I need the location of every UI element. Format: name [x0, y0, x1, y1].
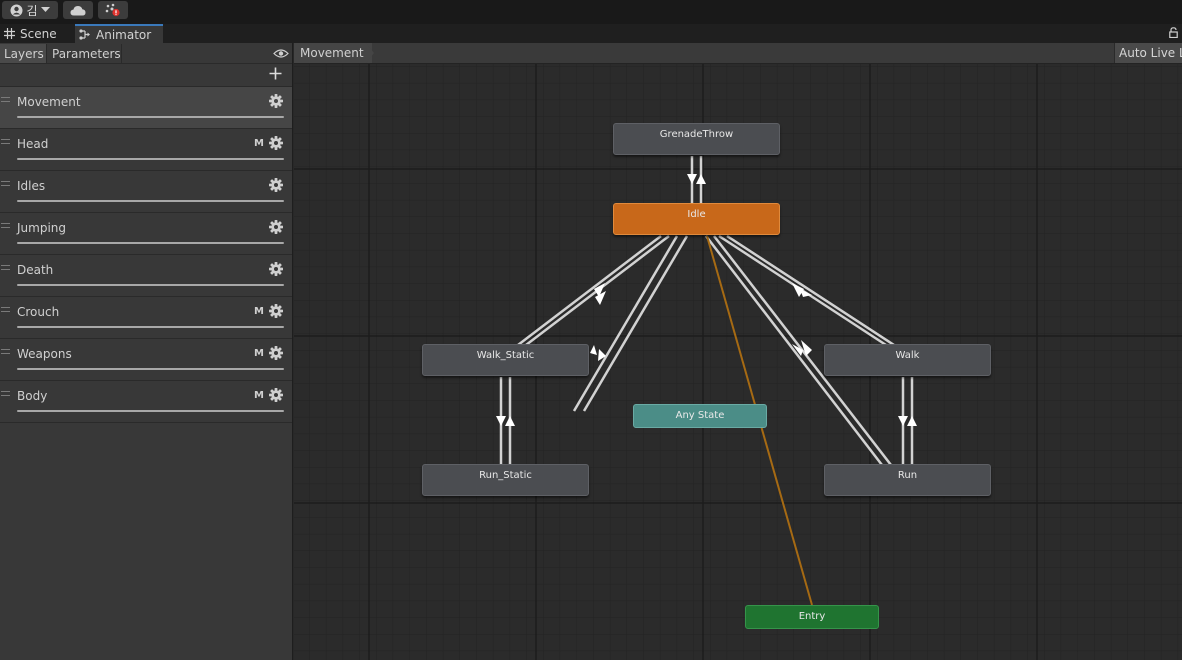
tab-animator[interactable]: Animator	[75, 24, 163, 43]
layer-name: Death	[17, 263, 54, 277]
layer-mask-badge: M	[254, 390, 264, 401]
gear-icon[interactable]	[268, 219, 284, 235]
tab-layers-label: Layers	[4, 46, 44, 61]
state-grenadethrow[interactable]: GrenadeThrow	[613, 123, 780, 155]
cloud-button[interactable]	[63, 1, 93, 19]
layer-name: Jumping	[17, 221, 67, 235]
state-run-static[interactable]: Run_Static	[422, 464, 589, 496]
state-label: Walk	[895, 350, 920, 361]
layer-weight-slider[interactable]	[17, 410, 284, 412]
layer-name: Crouch	[17, 305, 60, 319]
layer-weight-slider[interactable]	[17, 368, 284, 370]
account-icon	[10, 4, 23, 16]
drag-handle-icon[interactable]	[1, 223, 10, 228]
state-label: Any State	[675, 410, 725, 421]
layer-weight-slider[interactable]	[17, 200, 284, 202]
tab-parameters-label: Parameters	[52, 46, 121, 61]
gear-icon[interactable]	[268, 387, 284, 403]
graph-breadcrumb-bar: Movement Auto Live L	[294, 43, 1182, 64]
cloud-icon	[70, 5, 86, 15]
gear-icon[interactable]	[268, 135, 284, 151]
auto-live-link-button[interactable]: Auto Live L	[1114, 43, 1182, 63]
layer-name: Head	[17, 137, 49, 151]
layer-row-jumping[interactable]: Jumping	[0, 213, 292, 255]
drag-handle-icon[interactable]	[1, 265, 10, 270]
lock-icon[interactable]	[1169, 27, 1178, 38]
gear-icon[interactable]	[268, 177, 284, 193]
top-toolbar: 김	[0, 0, 1182, 24]
tab-scene-label: Scene	[20, 26, 57, 41]
drag-handle-icon[interactable]	[1, 307, 10, 312]
layer-weight-slider[interactable]	[17, 326, 284, 328]
layer-weight-slider[interactable]	[17, 242, 284, 244]
layer-mask-badge: M	[254, 306, 264, 317]
layer-weight-slider[interactable]	[17, 284, 284, 286]
state-label: GrenadeThrow	[659, 129, 734, 140]
layer-mask-badge: M	[254, 348, 264, 359]
layer-row-movement[interactable]: Movement	[0, 87, 292, 129]
panel-divider	[0, 63, 292, 64]
account-button[interactable]: 김	[2, 1, 58, 19]
layer-row-head[interactable]: Head M	[0, 129, 292, 171]
drag-handle-icon[interactable]	[1, 139, 10, 144]
layers-panel: Layers Parameters Movement Head M Idles …	[0, 43, 293, 660]
breadcrumb-movement[interactable]: Movement	[294, 43, 372, 63]
drag-handle-icon[interactable]	[1, 349, 10, 354]
state-idle[interactable]: Idle	[613, 203, 780, 235]
add-layer-plus-icon[interactable]	[269, 67, 282, 80]
dropdown-arrow-icon	[40, 7, 50, 12]
account-label: 김	[26, 3, 38, 18]
gear-icon[interactable]	[268, 261, 284, 277]
gear-icon[interactable]	[268, 345, 284, 361]
layer-name: Weapons	[17, 347, 72, 361]
animator-icon	[79, 29, 90, 40]
state-entry[interactable]: Entry	[745, 605, 879, 629]
layer-row-body[interactable]: Body M	[0, 381, 292, 423]
state-label: Run_Static	[479, 470, 532, 481]
state-label: Walk_Static	[476, 350, 535, 361]
layer-name: Body	[17, 389, 48, 403]
drag-handle-icon[interactable]	[1, 181, 10, 186]
tab-bar: Scene Animator	[0, 24, 1182, 43]
breadcrumb-arrow	[366, 43, 374, 63]
tab-parameters[interactable]: Parameters	[48, 44, 122, 63]
drag-handle-icon[interactable]	[1, 391, 10, 396]
layer-mask-badge: M	[254, 138, 264, 149]
tab-animator-label: Animator	[96, 27, 152, 42]
gear-icon[interactable]	[268, 303, 284, 319]
auto-live-link-label: Auto Live L	[1119, 46, 1182, 60]
tab-layers[interactable]: Layers	[0, 44, 47, 63]
layer-row-idles[interactable]: Idles	[0, 171, 292, 213]
drag-handle-icon[interactable]	[1, 97, 10, 102]
layer-weight-slider[interactable]	[17, 116, 284, 118]
layer-name: Idles	[17, 179, 46, 193]
state-label: Idle	[687, 209, 706, 220]
state-any-state[interactable]: Any State	[633, 404, 767, 428]
grid-icon	[4, 28, 15, 39]
layer-row-death[interactable]: Death	[0, 255, 292, 297]
layer-row-weapons[interactable]: Weapons M	[0, 339, 292, 381]
tab-scene[interactable]: Scene	[0, 24, 72, 43]
gear-icon[interactable]	[268, 93, 284, 109]
layer-weight-slider[interactable]	[17, 158, 284, 160]
collab-icon	[105, 3, 120, 17]
state-label: Run	[897, 470, 918, 481]
collab-button[interactable]	[98, 1, 128, 19]
state-walk[interactable]: Walk	[824, 344, 991, 376]
animator-graph-canvas[interactable]: GrenadeThrow Idle Walk_Static Walk Any S…	[294, 43, 1182, 660]
state-run[interactable]: Run	[824, 464, 991, 496]
layer-row-crouch[interactable]: Crouch M	[0, 297, 292, 339]
state-walk-static[interactable]: Walk_Static	[422, 344, 589, 376]
state-label: Entry	[798, 611, 826, 622]
eye-icon[interactable]	[273, 48, 289, 59]
breadcrumb-label: Movement	[300, 46, 364, 60]
layer-name: Movement	[17, 95, 81, 109]
